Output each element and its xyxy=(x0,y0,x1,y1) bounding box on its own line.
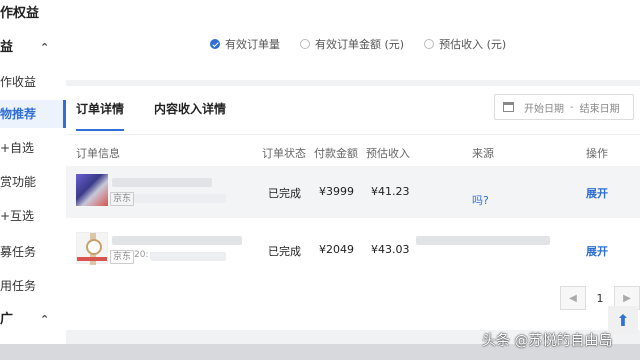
sidebar-section-title-label: 作权益 xyxy=(0,6,40,21)
sidebar-item-product-recommend[interactable]: 物推荐 xyxy=(0,100,66,128)
redacted-source xyxy=(416,236,550,245)
sidebar-item-use-task[interactable]: 用任务 xyxy=(0,272,66,300)
col-header-status: 订单状态 xyxy=(262,147,306,160)
redacted-order-meta xyxy=(134,194,226,203)
radio-unchecked-icon xyxy=(424,39,435,49)
orders-card: 订单详情 内容收入详情 开始日期 - 结束日期 订单信息 订单状态 付款金额 预… xyxy=(66,86,640,330)
tab-order-details[interactable]: 订单详情 xyxy=(76,100,125,131)
chevron-up-icon: ⌃ xyxy=(40,41,50,54)
radio-unchecked-icon xyxy=(300,39,310,49)
metric-radio-group: 有效订单量 有效订单金额 (元) 预估收入 (元) xyxy=(210,36,526,52)
watermark: 头条 @苏悦的自由岛 xyxy=(482,333,613,349)
sidebar-item-label: 赏功能 xyxy=(0,175,37,189)
sidebar-item-label: 物推荐 xyxy=(0,107,37,121)
radio-order-amount[interactable]: 有效订单金额 (元) xyxy=(300,36,404,52)
sidebar-item-label: +自选 xyxy=(0,141,35,155)
tab-content-income-details[interactable]: 内容收入详情 xyxy=(154,100,226,131)
sidebar-item-recruit-task[interactable]: 募任务 xyxy=(0,238,66,266)
redacted-product-name xyxy=(112,178,212,187)
sidebar-item-reward[interactable]: 赏功能 xyxy=(0,168,66,196)
back-to-top-button[interactable]: ⬆ xyxy=(608,306,638,334)
estimated-income: ¥41.23 xyxy=(371,185,410,198)
radio-label: 预估收入 (元) xyxy=(439,38,507,51)
order-amount: ¥2049 xyxy=(319,243,354,256)
order-status: 已完成 xyxy=(268,187,301,200)
product-thumbnail xyxy=(76,232,108,265)
col-header-action: 操作 xyxy=(586,147,608,160)
calendar-icon xyxy=(503,102,514,112)
table-row: 京东 20: 已完成 ¥2049 ¥43.03 展开 xyxy=(66,224,640,276)
sidebar-item-label: +互选 xyxy=(0,209,35,223)
watch-face-shape xyxy=(86,239,102,255)
date-range-picker[interactable]: 开始日期 - 结束日期 xyxy=(494,94,634,120)
radio-estimated-income[interactable]: 预估收入 (元) xyxy=(424,36,506,52)
expand-button[interactable]: 展开 xyxy=(586,185,608,201)
sidebar-group-label: 益 xyxy=(0,40,14,55)
end-date-placeholder: 结束日期 xyxy=(579,103,620,115)
estimated-income: ¥43.03 xyxy=(371,243,410,256)
product-thumbnail xyxy=(76,174,108,206)
radio-checked-icon xyxy=(210,39,220,49)
redacted-order-meta xyxy=(150,252,226,261)
thumbnail-banner xyxy=(77,257,107,261)
col-header-amount: 付款金额 xyxy=(314,147,358,160)
sidebar-item-label: 作收益 xyxy=(0,75,37,89)
sidebar: 作权益 益 ⌃ 作收益 物推荐 +自选 赏功能 +互选 募任务 用任务 广 ⌃ xyxy=(0,0,66,360)
radio-label: 有效订单金额 (元) xyxy=(315,38,405,51)
chevron-left-icon: ◀ xyxy=(569,292,577,304)
order-source[interactable]: 吗? xyxy=(472,192,489,208)
sidebar-item-label: 用任务 xyxy=(0,279,37,293)
sidebar-group2-toggle[interactable]: 广 ⌃ xyxy=(0,306,66,334)
redacted-product-name xyxy=(112,236,242,245)
order-status: 已完成 xyxy=(268,245,301,258)
date-separator: - xyxy=(570,101,574,113)
start-date-placeholder: 开始日期 xyxy=(524,103,564,115)
tab-bar: 订单详情 内容收入详情 xyxy=(76,100,256,131)
expand-button[interactable]: 展开 xyxy=(586,243,608,259)
chevron-right-icon: ▶ xyxy=(623,292,631,304)
radio-label: 有效订单量 xyxy=(225,38,280,51)
col-header-order-info: 订单信息 xyxy=(76,147,120,160)
col-header-income: 预估收入 xyxy=(366,147,410,160)
radio-order-count[interactable]: 有效订单量 xyxy=(210,36,280,52)
sidebar-item-self-select[interactable]: +自选 xyxy=(0,134,66,162)
platform-tag: 京东 xyxy=(110,250,135,264)
arrow-up-icon: ⬆ xyxy=(616,310,630,330)
order-date-prefix: 20: xyxy=(134,250,149,260)
sidebar-group2-label: 广 xyxy=(0,312,14,327)
sidebar-item-creation-income[interactable]: 作收益 xyxy=(0,68,66,96)
sidebar-group-toggle[interactable]: 益 ⌃ xyxy=(0,34,66,62)
sidebar-section-title: 作权益 xyxy=(0,0,66,28)
sidebar-item-mutual-select[interactable]: +互选 xyxy=(0,202,66,230)
chevron-up-icon: ⌃ xyxy=(40,313,50,326)
table-header: 订单信息 订单状态 付款金额 预估收入 来源 操作 xyxy=(66,134,640,167)
prev-page-button[interactable]: ◀ xyxy=(560,286,586,310)
sidebar-item-label: 募任务 xyxy=(0,245,37,259)
col-header-source: 来源 xyxy=(472,147,494,160)
metric-filter-panel: 有效订单量 有效订单金额 (元) 预估收入 (元) xyxy=(66,0,640,80)
current-page-number[interactable]: 1 xyxy=(586,292,614,305)
platform-tag: 京东 xyxy=(110,192,135,206)
order-amount: ¥3999 xyxy=(319,185,354,198)
table-row: 京东 已完成 ¥3999 ¥41.23 吗? 展开 xyxy=(66,166,640,218)
